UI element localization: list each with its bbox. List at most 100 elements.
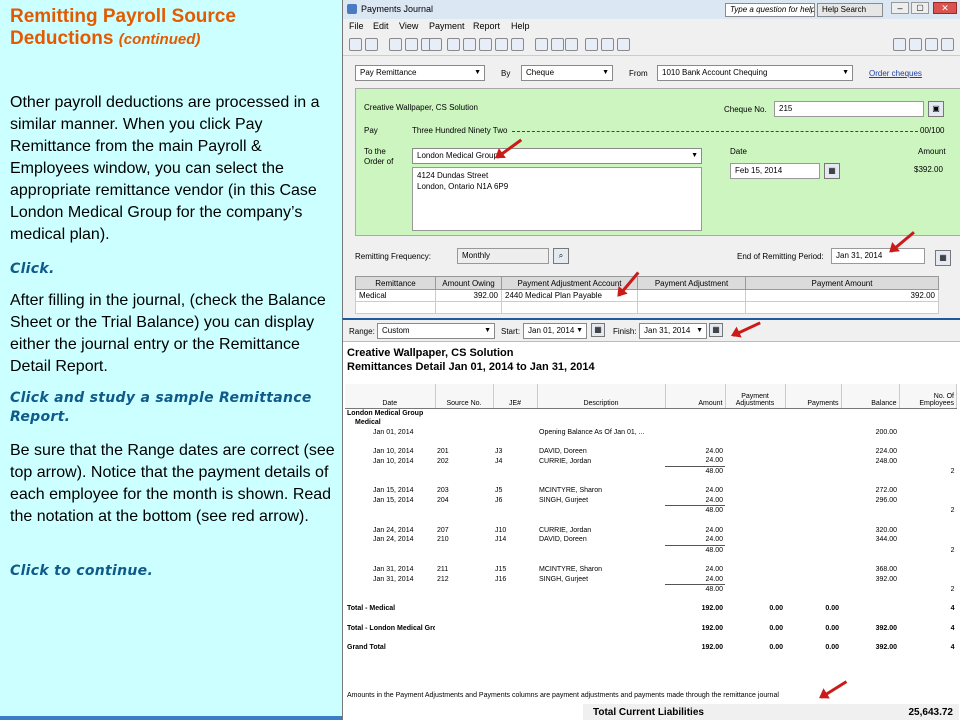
minimize-icon[interactable]: – bbox=[891, 2, 909, 14]
report-cell bbox=[841, 585, 899, 595]
open-icon[interactable] bbox=[365, 38, 378, 51]
cheque-no-input[interactable]: 215 bbox=[774, 101, 924, 117]
order-cheques-link[interactable]: Order cheques bbox=[869, 69, 922, 78]
frequency-search-icon[interactable]: ⌕ bbox=[553, 248, 569, 264]
report-cell bbox=[725, 633, 785, 643]
click-prompt-1[interactable]: Click. bbox=[10, 260, 338, 279]
settings-icon[interactable] bbox=[909, 38, 922, 51]
col-payments[interactable]: Payments bbox=[785, 384, 842, 409]
report-row: Jan 24, 2014 207 J10 CURRIE, Jordan 24.00 320… bbox=[345, 526, 957, 536]
menu-help[interactable]: Help bbox=[511, 21, 530, 31]
remittance-grid[interactable]: Remittance Amount Owing Payment Adjustme… bbox=[355, 276, 939, 314]
date-calendar-icon[interactable]: ▦ bbox=[824, 163, 840, 179]
menu-view[interactable]: View bbox=[399, 21, 418, 31]
col-payment-adjustments[interactable]: Payment Adjustments bbox=[725, 384, 786, 409]
menu-report[interactable]: Report bbox=[473, 21, 500, 31]
transaction-type-select[interactable]: Pay Remittance ▼ bbox=[355, 65, 485, 81]
options-icon[interactable] bbox=[601, 38, 614, 51]
report-cell: 0.00 bbox=[769, 624, 783, 632]
menu-edit[interactable]: Edit bbox=[373, 21, 389, 31]
click-prompt-2[interactable]: Click and study a sample Remittance Repo… bbox=[10, 389, 338, 427]
report-row bbox=[345, 516, 957, 526]
report-cell: CURRIE, Jordan bbox=[539, 526, 592, 534]
close-icon[interactable]: ✕ bbox=[933, 2, 957, 14]
grid-cell[interactable] bbox=[355, 301, 436, 314]
report-cell bbox=[899, 633, 957, 643]
calendar-icon[interactable] bbox=[585, 38, 598, 51]
col-description[interactable]: Description bbox=[537, 384, 666, 409]
start-date-input[interactable]: Jan 01, 2014 ▼ bbox=[523, 323, 587, 339]
report-cell: Jan 31, 2014 bbox=[373, 575, 414, 583]
report-cell: Total - Medical bbox=[347, 605, 396, 613]
chevron-down-icon: ▼ bbox=[602, 69, 609, 76]
from-account-select[interactable]: 1010 Bank Account Chequing ▼ bbox=[657, 65, 853, 81]
help-question-input[interactable]: Type a question for help bbox=[725, 3, 815, 17]
report-cell bbox=[725, 506, 785, 516]
note-icon[interactable] bbox=[565, 38, 578, 51]
remit-frequency-field[interactable]: Monthly bbox=[457, 248, 549, 264]
reverse-icon[interactable] bbox=[479, 38, 492, 51]
report-cell bbox=[665, 555, 725, 565]
col-date[interactable]: Date bbox=[345, 384, 436, 409]
track-icon[interactable] bbox=[463, 38, 476, 51]
col-employees[interactable]: No. Of Employees bbox=[899, 384, 957, 409]
col-source-no[interactable]: Source No. bbox=[435, 384, 494, 409]
email-icon[interactable] bbox=[551, 38, 564, 51]
grid-cell[interactable] bbox=[637, 301, 746, 314]
grid-cell[interactable] bbox=[637, 289, 746, 302]
report-row: 48.00 2 bbox=[345, 544, 957, 556]
slide-title-sub: (continued) bbox=[118, 31, 201, 48]
report-cell bbox=[785, 555, 841, 565]
undo-icon[interactable] bbox=[429, 38, 442, 51]
payment-method-select[interactable]: Cheque ▼ bbox=[521, 65, 613, 81]
col-amount[interactable]: Amount bbox=[665, 384, 726, 409]
report-cell bbox=[899, 526, 957, 536]
grid-cell[interactable]: Medical bbox=[355, 289, 436, 302]
end-period-calendar-icon[interactable]: ▦ bbox=[935, 250, 951, 266]
grid-cell[interactable] bbox=[435, 301, 502, 314]
vendor-address[interactable]: 4124 Dundas Street London, Ontario N1A 6… bbox=[412, 167, 702, 231]
menu-file[interactable]: File bbox=[349, 21, 364, 31]
grid-cell[interactable] bbox=[501, 301, 638, 314]
vendor-select[interactable]: London Medical Group ▼ bbox=[412, 148, 702, 164]
report-cell bbox=[841, 477, 899, 487]
menu-payment[interactable]: Payment bbox=[429, 21, 465, 31]
table-row[interactable]: Medical 392.00 2440 Medical Plan Payable… bbox=[355, 289, 939, 302]
finish-date-input[interactable]: Jan 31, 2014 ▼ bbox=[639, 323, 707, 339]
report-cell: Grand Total bbox=[347, 643, 386, 651]
view-icon[interactable] bbox=[893, 38, 906, 51]
table-row[interactable] bbox=[355, 301, 939, 314]
lookup-icon[interactable] bbox=[447, 38, 460, 51]
home-icon[interactable] bbox=[349, 38, 362, 51]
end-period-input[interactable]: Jan 31, 2014 bbox=[831, 248, 925, 264]
print-icon[interactable] bbox=[511, 38, 524, 51]
save-icon[interactable] bbox=[535, 38, 548, 51]
grid-cell[interactable]: 392.00 bbox=[745, 289, 939, 302]
report-cell: 204 bbox=[437, 497, 449, 505]
window-icon[interactable] bbox=[617, 38, 630, 51]
start-calendar-icon[interactable]: ▦ bbox=[591, 323, 605, 337]
report-cell: Jan 15, 2014 bbox=[373, 487, 414, 495]
report-cell: 48.00 bbox=[665, 584, 725, 595]
adjust-icon[interactable] bbox=[495, 38, 508, 51]
help-search-button[interactable]: Help Search bbox=[817, 3, 883, 17]
report-cell: 24.00 bbox=[705, 566, 723, 573]
report-cell bbox=[665, 614, 725, 624]
printer-icon[interactable] bbox=[925, 38, 938, 51]
col-balance[interactable]: Balance bbox=[841, 384, 900, 409]
help-icon[interactable] bbox=[941, 38, 954, 51]
range-select[interactable]: Custom ▼ bbox=[377, 323, 495, 339]
col-je[interactable]: JE# bbox=[493, 384, 538, 409]
maximize-icon[interactable]: ▢ bbox=[911, 2, 929, 14]
finish-calendar-icon[interactable]: ▦ bbox=[709, 323, 723, 337]
report-cell: J16 bbox=[495, 575, 507, 583]
grid-cell[interactable]: 392.00 bbox=[435, 289, 502, 302]
cheque-lookup-icon[interactable]: ▣ bbox=[928, 101, 944, 117]
date-input[interactable]: Feb 15, 2014 bbox=[730, 163, 820, 179]
post-icon[interactable] bbox=[389, 38, 402, 51]
click-prompt-3[interactable]: Click to continue. bbox=[10, 562, 338, 581]
report-cell bbox=[345, 437, 435, 447]
store-icon[interactable] bbox=[405, 38, 418, 51]
report-cell bbox=[537, 506, 665, 516]
grid-cell[interactable] bbox=[745, 301, 939, 314]
